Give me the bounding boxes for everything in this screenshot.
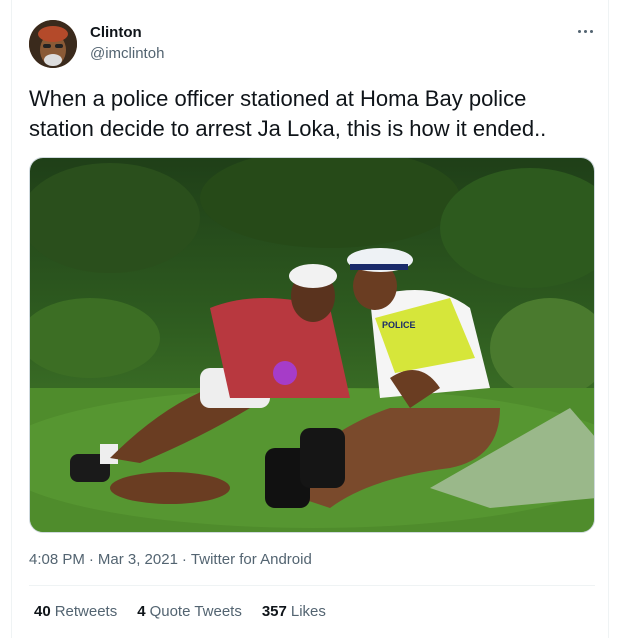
- quotes-label: Quote Tweets: [149, 603, 242, 620]
- tweet-date[interactable]: Mar 3, 2021: [98, 551, 178, 568]
- likes-label: Likes: [290, 603, 326, 620]
- divider: [29, 585, 595, 586]
- retweets-count: 40: [34, 603, 51, 620]
- quote-tweets-stat[interactable]: 4 Quote Tweets: [137, 603, 242, 620]
- quotes-count: 4: [137, 603, 146, 620]
- user-handle[interactable]: @imclintoh: [90, 45, 164, 62]
- more-options-icon[interactable]: [570, 20, 600, 42]
- likes-stat[interactable]: 357 Likes: [262, 603, 326, 620]
- tweet-source[interactable]: Twitter for Android: [191, 551, 312, 568]
- likes-count: 357: [261, 603, 287, 620]
- tweet-meta: 4:08 PM · Mar 3, 2021 · Twitter for Andr…: [29, 551, 312, 568]
- tweet-text: When a police officer stationed at Homa …: [29, 86, 547, 141]
- photo-image: POLICE: [30, 158, 594, 532]
- retweets-label: Retweets: [54, 603, 118, 620]
- vest-text: POLICE: [382, 320, 416, 330]
- tweet-photo[interactable]: POLICE: [29, 157, 595, 533]
- tweet-time[interactable]: 4:08 PM: [29, 551, 85, 568]
- user-name[interactable]: Clinton: [90, 24, 142, 41]
- avatar[interactable]: [29, 20, 77, 68]
- engagement-stats: 40 Retweets 4 Quote Tweets 357 Likes: [34, 603, 326, 620]
- retweets-stat[interactable]: 40 Retweets: [34, 603, 117, 620]
- meta-separator: ·: [181, 551, 187, 568]
- avatar-image: [29, 20, 77, 68]
- meta-separator: ·: [88, 551, 94, 568]
